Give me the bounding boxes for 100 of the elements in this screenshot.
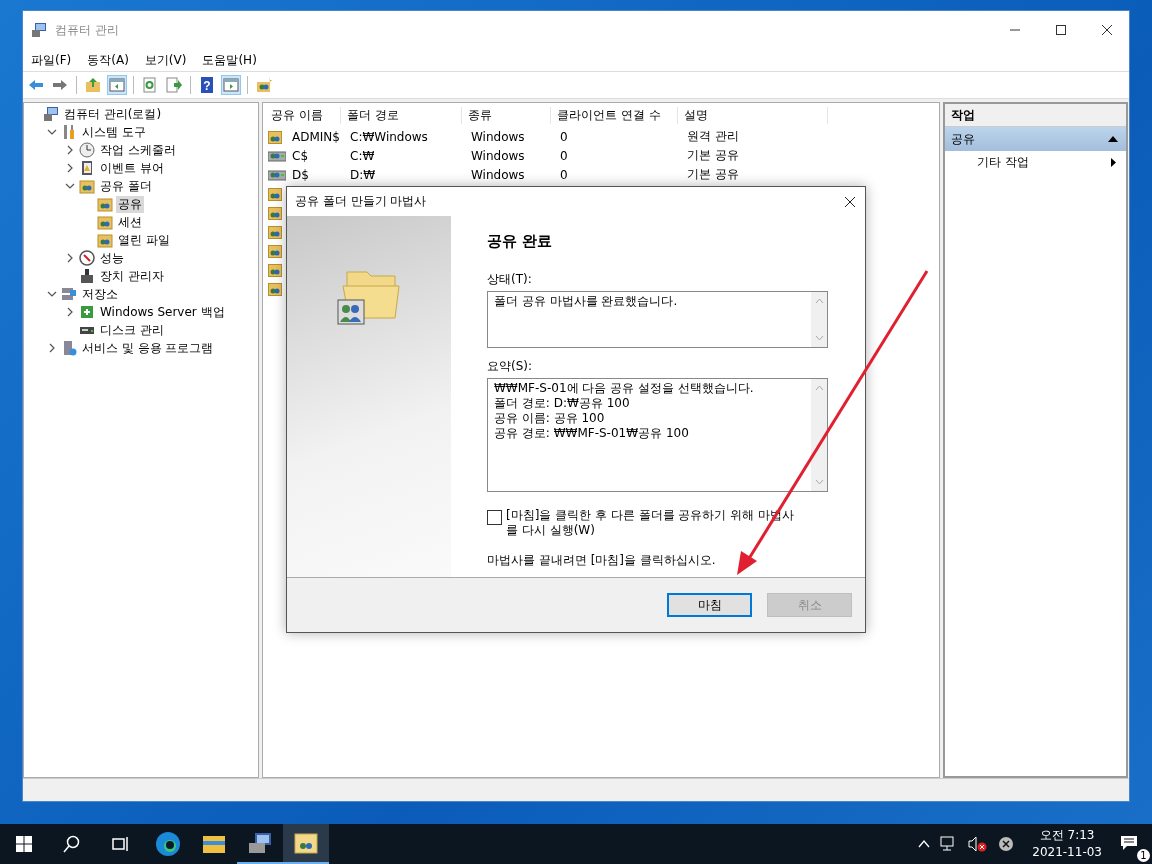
table-cell-text: ADMIN$ <box>291 129 341 144</box>
volume-muted-icon[interactable] <box>968 836 989 852</box>
table-cell-text: C$ <box>291 148 309 163</box>
error-icon[interactable] <box>998 836 1015 852</box>
instruction-text: 마법사를 끝내려면 [마침]을 클릭하십시오. <box>487 552 717 569</box>
tree-item[interactable]: 세션 <box>116 213 144 231</box>
table-cell-text: 0 <box>559 167 569 182</box>
tree-item[interactable]: 서비스 및 응용 프로그램 <box>80 339 216 357</box>
field-label: 상태(T): <box>487 271 533 288</box>
tree-item[interactable]: 디스크 관리 <box>98 321 166 339</box>
clock-icon <box>79 142 95 158</box>
shared-folder-icon <box>97 214 113 230</box>
collapse-triangle-icon[interactable] <box>1108 136 1118 142</box>
table-cell-text: 원격 관리 <box>686 128 740 145</box>
gauge-icon <box>79 250 95 266</box>
table-cell-text: 기본 공유 <box>686 147 740 164</box>
device-icon <box>79 268 95 284</box>
chevron-down-icon[interactable] <box>47 127 57 137</box>
shared-drive-icon <box>268 168 286 181</box>
maximize-icon[interactable] <box>1055 24 1067 36</box>
tree-item[interactable]: 작업 스케줄러 <box>98 141 178 159</box>
finish-button[interactable]: 마침 <box>667 593 752 617</box>
tree-item[interactable]: 성능 <box>98 249 126 267</box>
dialog-title: 공유 폴더 만들기 마법사 <box>295 193 427 210</box>
action-link[interactable]: 기타 작업 <box>977 153 1029 171</box>
search-icon[interactable] <box>63 835 81 853</box>
clock-time: 오전 7:13 <box>1039 827 1095 844</box>
server-gear-icon <box>61 340 77 356</box>
shared-drive-icon <box>268 149 286 162</box>
tree-item[interactable]: 열린 파일 <box>116 231 172 249</box>
menu-item[interactable]: 도움말(H) <box>202 51 257 69</box>
field-label: 요약(S): <box>487 358 534 375</box>
chevron-right-icon[interactable] <box>65 145 75 155</box>
computer-icon <box>43 106 59 122</box>
chevron-right-icon[interactable] <box>65 307 75 317</box>
table-cell-text: Windows <box>470 167 526 182</box>
actions-section[interactable]: 공유 <box>945 127 1126 151</box>
chevron-up-icon[interactable] <box>918 840 931 848</box>
table-cell-text: C:₩ <box>349 148 376 163</box>
backup-icon <box>79 304 95 320</box>
task-view-icon[interactable] <box>112 836 130 852</box>
checkbox[interactable] <box>487 510 502 525</box>
actions-header: 작업 <box>945 104 1126 127</box>
chevron-down-icon[interactable] <box>47 289 57 299</box>
shared-folder-icon <box>268 186 282 201</box>
notification-count-badge: 1 <box>1137 848 1150 862</box>
shared-folder-icon <box>268 129 282 144</box>
table-cell-text: 0 <box>559 129 569 144</box>
column-header[interactable]: 종류 <box>462 106 551 124</box>
tree-item[interactable]: 장치 관리자 <box>98 267 166 285</box>
table-cell-text: 기본 공유 <box>686 166 740 183</box>
close-icon[interactable] <box>1101 24 1113 36</box>
table-cell-text: 0 <box>559 148 569 163</box>
column-header[interactable]: 클라이언트 연결 수 <box>551 106 678 124</box>
computer-icon <box>31 22 47 38</box>
start-icon[interactable] <box>16 836 32 852</box>
shared-folder-icon <box>97 232 113 248</box>
submenu-triangle-icon <box>1111 157 1116 167</box>
shared-folder-icon <box>79 178 95 194</box>
tree-item[interactable]: 저장소 <box>80 285 120 303</box>
window-title: 컴퓨터 관리 <box>55 21 119 39</box>
tree-item[interactable]: 이벤트 뷰어 <box>98 159 166 177</box>
shared-folder-icon <box>97 196 113 212</box>
notification-icon[interactable] <box>1120 834 1138 851</box>
table-cell-text: C:₩Windows <box>349 129 429 144</box>
shared-folder-icon <box>268 205 282 220</box>
shared-folder-icon <box>337 268 401 326</box>
table-cell-text: Windows <box>470 129 526 144</box>
chevron-right-icon[interactable] <box>47 343 57 353</box>
clock[interactable]: 오전 7:13 2021-11-03 <box>1032 827 1102 861</box>
pane-toggle-icon[interactable] <box>107 75 127 95</box>
tree-item[interactable]: 컴퓨터 관리(로컬) <box>62 105 164 123</box>
column-header[interactable]: 폴더 경로 <box>341 106 462 124</box>
tools-icon <box>61 124 77 140</box>
shared-folder-icon <box>268 262 282 277</box>
tree-item[interactable]: 공유 <box>116 195 144 213</box>
storage-icon <box>61 286 77 302</box>
column-header[interactable]: 공유 이름 <box>265 106 341 124</box>
tree-item[interactable]: 시스템 도구 <box>80 123 148 141</box>
shared-folder-icon <box>268 243 282 258</box>
shared-folder-icon <box>268 281 282 296</box>
chevron-down-icon[interactable] <box>65 181 75 191</box>
menu-item[interactable]: 보기(V) <box>144 51 187 69</box>
close-icon[interactable] <box>844 195 856 208</box>
chevron-right-icon[interactable] <box>65 253 75 263</box>
table-cell-text: D:₩ <box>349 167 377 182</box>
export-list-icon[interactable] <box>164 75 184 95</box>
column-header[interactable]: 설명 <box>678 106 828 124</box>
chevron-right-icon[interactable] <box>65 163 75 173</box>
table-cell-text: D$ <box>291 167 310 182</box>
page-heading: 공유 완료 <box>487 232 554 251</box>
menu-item[interactable]: 파일(F) <box>31 51 72 69</box>
menu-item[interactable]: 동작(A) <box>87 51 129 69</box>
table-cell-text: Windows <box>470 148 526 163</box>
log-book-icon <box>79 160 95 176</box>
tree-item[interactable]: Windows Server 백업 <box>98 303 227 321</box>
pane-toggle-icon[interactable] <box>221 75 241 95</box>
tree-item[interactable]: 공유 폴더 <box>98 177 154 195</box>
folder-up-icon[interactable] <box>83 75 103 95</box>
shared-folder-app-icon[interactable] <box>283 824 329 864</box>
